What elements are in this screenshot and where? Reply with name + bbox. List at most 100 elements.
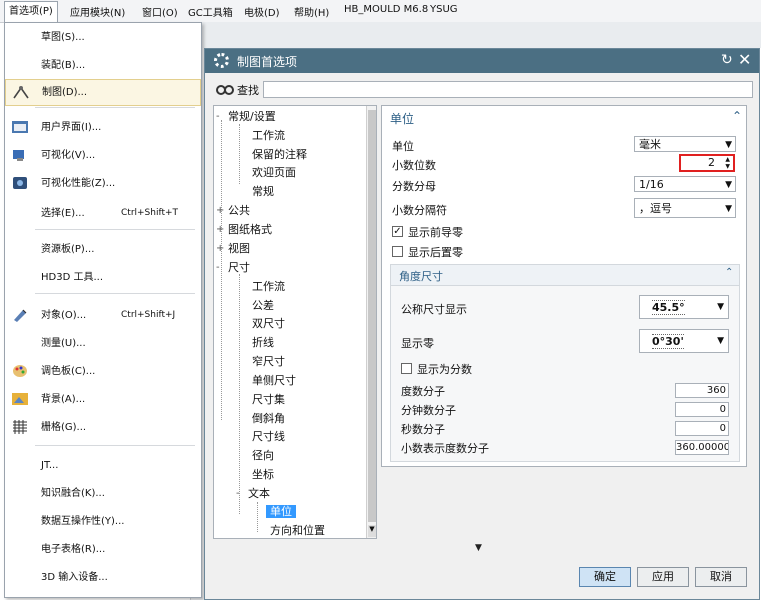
apply-button[interactable]: 应用	[637, 567, 689, 587]
decimals-label: 小数位数	[392, 159, 436, 172]
tree-node-jog[interactable]: 折线	[252, 334, 274, 352]
drafting-preferences-dialog: 制图首选项 ↻ ✕ 查找 - 常规/设置 工作流 保留的注释 欢迎页面 常规 + 公…	[204, 48, 760, 600]
find-input[interactable]	[263, 81, 753, 98]
tree-node-general-sub[interactable]: 常规	[252, 183, 274, 201]
tree-node-welcome-page[interactable]: 欢迎页面	[252, 164, 296, 182]
menu-item-visualization-performance[interactable]: 可视化性能(Z)...	[5, 171, 201, 196]
decimals-value: 2	[708, 156, 715, 169]
menu-item-label: 电子表格(R)...	[41, 544, 106, 555]
reset-icon[interactable]: ↻	[721, 52, 733, 68]
menu-item-label: 3D 输入设备...	[41, 572, 108, 583]
decimal-degree-input[interactable]: 360.00000	[675, 440, 729, 455]
nominal-format-select[interactable]: 45.5° ▼	[639, 295, 729, 319]
menu-window[interactable]: 窗口(O)	[142, 4, 178, 19]
menu-item-assembly[interactable]: 装配(B)...	[5, 53, 201, 78]
menu-item-spreadsheet[interactable]: 电子表格(R)...	[5, 537, 201, 562]
tree-node-dim-workflow[interactable]: 工作流	[252, 278, 285, 296]
separator-select[interactable]: ，逗号 ▼	[634, 198, 736, 218]
tree-node-common[interactable]: + 公共	[216, 202, 250, 220]
tree-node-units[interactable]: 单位	[266, 503, 296, 521]
cancel-button[interactable]: 取消	[695, 567, 747, 587]
tree-node-dual-dimension[interactable]: 双尺寸	[252, 315, 285, 333]
menu-item-drafting[interactable]: 制图(D)...	[5, 79, 201, 106]
tree-node-workflow[interactable]: 工作流	[252, 127, 285, 145]
menu-item-label: 对象(O)...	[41, 310, 87, 321]
menu-item-label: 装配(B)...	[41, 60, 86, 71]
tree-node-chamfer[interactable]: 倒斜角	[252, 410, 285, 428]
angle-dimension-section: 角度尺寸 ⌃ 公称尺寸显示 45.5° ▼ 显示零 0°30' ▼ 显示为分数 度数…	[390, 264, 740, 462]
menu-item-grid[interactable]: 栅格(G)...	[5, 415, 201, 440]
menu-item-3d-input[interactable]: 3D 输入设备...	[5, 565, 201, 590]
tree-node-single-sided[interactable]: 单侧尺寸	[252, 372, 296, 390]
ok-button[interactable]: 确定	[579, 567, 631, 587]
tree-node-orientation-position[interactable]: 方向和位置	[270, 522, 325, 538]
menu-item-user-interface[interactable]: 用户界面(I)...	[5, 115, 201, 140]
menu-item-jt[interactable]: JT...	[5, 453, 201, 478]
angle-section-header[interactable]: 角度尺寸 ⌃	[391, 265, 739, 286]
menu-electrode[interactable]: 电极(D)	[244, 4, 280, 19]
degree-num-label: 度数分子	[401, 385, 445, 398]
tree-node-label: 图纸格式	[228, 223, 272, 236]
menu-hb-mould[interactable]: HB_MOULD M6.8	[344, 4, 428, 15]
menu-help[interactable]: 帮助(H)	[294, 4, 329, 19]
collapse-section-icon[interactable]: ⌃	[732, 109, 742, 123]
menu-application[interactable]: 应用模块(N)	[70, 4, 125, 19]
tree-node-dimension-line[interactable]: 尺寸线	[252, 428, 285, 446]
tree-node-drawing-format[interactable]: + 图纸格式	[216, 221, 272, 239]
tree-scrollbar[interactable]: ▼	[366, 106, 376, 538]
menu-item-label: 调色板(C)...	[41, 366, 96, 377]
tree-node-retained-annotations[interactable]: 保留的注释	[252, 146, 307, 164]
menu-gc-toolbox[interactable]: GC工具箱	[188, 4, 233, 19]
tree-node-general[interactable]: - 常规/设置	[216, 108, 276, 126]
second-num-input[interactable]: 0	[675, 421, 729, 436]
tree-node-dimension-set[interactable]: 尺寸集	[252, 391, 285, 409]
collapse-section-icon[interactable]: ⌃	[725, 267, 733, 278]
leading-zero-checkbox[interactable]: ✓	[392, 226, 403, 237]
menu-item-label: 资源板(P)...	[41, 244, 95, 255]
unit-select[interactable]: 毫米 ▼	[634, 136, 736, 152]
degree-num-input[interactable]: 360	[675, 383, 729, 398]
menu-ysug[interactable]: YSUG	[430, 4, 458, 15]
decimals-stepper[interactable]: 2 ▲ ▼	[679, 154, 735, 172]
chevron-down-icon: ▼	[725, 180, 732, 190]
menu-item-sketch[interactable]: 草图(S)...	[5, 25, 201, 50]
show-zero-select[interactable]: 0°30' ▼	[639, 329, 729, 353]
close-icon[interactable]: ✕	[738, 50, 751, 69]
menu-item-data-interop[interactable]: 数据互操作性(Y)...	[5, 509, 201, 534]
stepper-down-icon[interactable]: ▼	[725, 163, 730, 170]
scrollbar-thumb[interactable]	[368, 110, 376, 522]
menu-item-measure[interactable]: 测量(U)...	[5, 331, 201, 356]
tree-node-radial[interactable]: 径向	[252, 447, 274, 465]
dialog-title: 制图首选项	[237, 55, 298, 69]
as-fraction-checkbox[interactable]	[401, 363, 412, 374]
menu-item-background[interactable]: 背景(A)...	[5, 387, 201, 412]
menu-item-visualization[interactable]: 可视化(V)...	[5, 143, 201, 168]
tree-node-label: 常规/设置	[228, 110, 276, 123]
menu-item-label: 可视化(V)...	[41, 150, 96, 161]
menu-item-hd3d-tools[interactable]: HD3D 工具...	[5, 265, 201, 290]
dialog-titlebar[interactable]: 制图首选项 ↻ ✕	[205, 49, 759, 73]
minute-num-input[interactable]: 0	[675, 402, 729, 417]
tree-node-label: 视图	[228, 242, 250, 255]
menu-item-palette[interactable]: 调色板(C)...	[5, 359, 201, 384]
visualization-icon	[13, 150, 24, 161]
tree-node-view[interactable]: + 视图	[216, 240, 250, 258]
tree-node-text[interactable]: - 文本	[236, 485, 270, 503]
scroll-down-icon[interactable]: ▼	[368, 525, 376, 537]
menu-item-knowledge-fusion[interactable]: 知识融合(K)...	[5, 481, 201, 506]
tree-node-label: 公共	[228, 204, 250, 217]
menu-item-object[interactable]: 对象(O)... Ctrl+Shift+J	[5, 303, 201, 328]
menu-item-label: 知识融合(K)...	[41, 488, 105, 499]
fraction-select[interactable]: 1/16 ▼	[634, 176, 736, 192]
menu-item-selection[interactable]: 选择(E)... Ctrl+Shift+T	[5, 201, 201, 226]
menu-preferences[interactable]: 首选项(P)	[4, 1, 58, 23]
expand-dialog-icon[interactable]: ▼	[475, 543, 482, 553]
trailing-zero-checkbox[interactable]	[392, 246, 403, 257]
tree-node-dimension[interactable]: - 尺寸	[216, 259, 250, 277]
tree-node-ordinate[interactable]: 坐标	[252, 466, 274, 484]
menu-item-resource-bar[interactable]: 资源板(P)...	[5, 237, 201, 262]
stepper-up-icon[interactable]: ▲	[725, 156, 730, 163]
find-icon	[216, 85, 234, 95]
tree-node-narrow[interactable]: 窄尺寸	[252, 353, 285, 371]
tree-node-tolerance[interactable]: 公差	[252, 297, 274, 315]
